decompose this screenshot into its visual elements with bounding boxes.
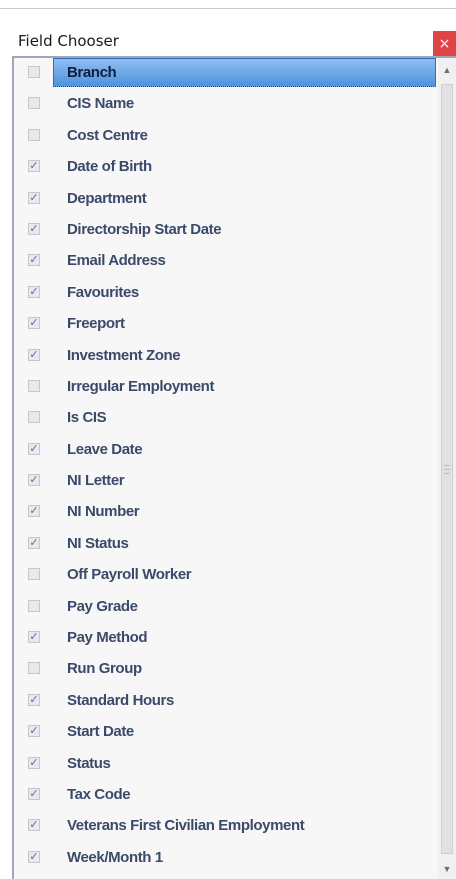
checkbox-unchecked[interactable] xyxy=(28,379,40,392)
field-row[interactable]: Irregular Employment xyxy=(14,372,438,403)
window-title: Field Chooser xyxy=(18,32,119,50)
field-row[interactable]: ✓ Date of Birth xyxy=(14,152,438,183)
field-row[interactable]: ✓ Tax Code xyxy=(14,780,438,811)
top-divider xyxy=(0,8,456,9)
field-label: Investment Zone xyxy=(67,346,181,364)
field-label: Start Date xyxy=(67,723,134,741)
checkbox-unchecked[interactable] xyxy=(28,411,40,424)
field-row[interactable]: Cost Centre xyxy=(14,121,438,152)
checkbox-checked[interactable]: ✓ xyxy=(28,536,40,549)
field-label: Directorship Start Date xyxy=(67,220,222,238)
checkbox-checked[interactable]: ✓ xyxy=(28,756,40,769)
field-label: Favourites xyxy=(67,283,139,301)
field-row[interactable]: ✓ Pay Method xyxy=(14,623,438,654)
field-label: Freeport xyxy=(67,315,125,333)
field-label: Week/Month 1 xyxy=(67,848,163,866)
field-label: Is CIS xyxy=(67,409,107,427)
field-row[interactable]: ✓ Start Date xyxy=(14,717,438,748)
field-label: NI Number xyxy=(67,503,140,521)
field-label: Tax Code xyxy=(67,785,131,803)
field-row[interactable]: Pay Grade xyxy=(14,592,438,623)
field-label: Pay Method xyxy=(67,629,148,647)
field-row[interactable]: ✓ Week/Month 1 xyxy=(14,843,438,874)
title-bar: Field Chooser × xyxy=(0,10,456,58)
field-label: Cost Centre xyxy=(67,126,148,144)
field-list[interactable]: Branch CIS Name Cost Centre ✓ Date of Birth ✓… xyxy=(12,56,456,879)
field-row[interactable]: Off Payroll Worker xyxy=(14,560,438,591)
checkbox-checked[interactable]: ✓ xyxy=(28,160,40,173)
field-label: Irregular Employment xyxy=(67,377,215,395)
field-label: Veterans First Civilian Employment xyxy=(67,817,305,835)
checkbox-unchecked[interactable] xyxy=(28,662,40,675)
checkbox-checked[interactable]: ✓ xyxy=(28,474,40,487)
field-row[interactable]: ✓ NI Number xyxy=(14,497,438,528)
checkbox-checked[interactable]: ✓ xyxy=(28,442,40,455)
field-row[interactable]: Is CIS xyxy=(14,403,438,434)
field-label: Date of Birth xyxy=(67,158,152,176)
checkbox-checked[interactable]: ✓ xyxy=(28,631,40,644)
checkbox-checked[interactable]: ✓ xyxy=(28,787,40,800)
vertical-scrollbar[interactable]: ▲ – – – ▼ xyxy=(438,58,456,879)
checkbox-checked[interactable]: ✓ xyxy=(28,285,40,298)
scroll-up-arrow-icon[interactable]: ▲ xyxy=(438,60,456,80)
field-row[interactable]: ✓ Veterans First Civilian Employment xyxy=(14,811,438,842)
checkbox-checked[interactable]: ✓ xyxy=(28,348,40,361)
field-row[interactable]: ✓ Leave Date xyxy=(14,435,438,466)
field-row[interactable]: Run Group xyxy=(14,654,438,685)
checkbox-checked[interactable]: ✓ xyxy=(28,222,40,235)
field-label: Email Address xyxy=(67,252,166,270)
field-row[interactable]: Branch xyxy=(14,58,438,89)
checkbox-checked[interactable]: ✓ xyxy=(28,693,40,706)
checkbox-unchecked[interactable] xyxy=(28,66,40,78)
close-icon: × xyxy=(438,36,451,52)
checkbox-checked[interactable]: ✓ xyxy=(28,505,40,518)
scrollbar-thumb[interactable]: – – – xyxy=(441,84,453,854)
field-row[interactable]: CIS Name xyxy=(14,89,438,120)
checkbox-unchecked[interactable] xyxy=(28,128,40,141)
checkbox-unchecked[interactable] xyxy=(28,568,40,581)
checkbox-checked[interactable]: ✓ xyxy=(28,725,40,738)
field-row[interactable]: ✓ NI Letter xyxy=(14,466,438,497)
field-label: NI Letter xyxy=(67,472,125,490)
field-row[interactable]: ✓ Freeport xyxy=(14,309,438,340)
field-list-rows: Branch CIS Name Cost Centre ✓ Date of Birth ✓… xyxy=(14,58,438,874)
field-row[interactable]: ✓ Department xyxy=(14,184,438,215)
field-label: Branch xyxy=(67,64,117,81)
checkbox-checked[interactable]: ✓ xyxy=(28,819,40,832)
checkbox-checked[interactable]: ✓ xyxy=(28,191,40,204)
field-row[interactable]: ✓ Email Address xyxy=(14,246,438,277)
checkbox-unchecked[interactable] xyxy=(28,97,40,110)
field-label: Status xyxy=(67,754,111,772)
field-label: Standard Hours xyxy=(67,691,174,709)
field-row[interactable]: ✓ Directorship Start Date xyxy=(14,215,438,246)
field-label: Run Group xyxy=(67,660,142,678)
checkbox-unchecked[interactable] xyxy=(28,599,40,612)
field-label: Leave Date xyxy=(67,440,143,458)
checkbox-checked[interactable]: ✓ xyxy=(28,850,40,863)
scroll-grip-icon: – – – xyxy=(444,460,450,479)
checkbox-checked[interactable]: ✓ xyxy=(28,254,40,267)
checkbox-checked[interactable]: ✓ xyxy=(28,317,40,330)
field-row[interactable]: ✓ Investment Zone xyxy=(14,341,438,372)
field-label: Department xyxy=(67,189,147,207)
field-label: Off Payroll Worker xyxy=(67,566,192,584)
field-label: NI Status xyxy=(67,534,129,552)
close-button[interactable]: × xyxy=(433,31,456,58)
field-label: Pay Grade xyxy=(67,597,138,615)
field-row[interactable]: ✓ Standard Hours xyxy=(14,686,438,717)
scroll-down-arrow-icon[interactable]: ▼ xyxy=(438,859,456,879)
field-label: CIS Name xyxy=(67,95,134,113)
field-row[interactable]: ✓ Status xyxy=(14,749,438,780)
field-row[interactable]: ✓ NI Status xyxy=(14,529,438,560)
field-row[interactable]: ✓ Favourites xyxy=(14,278,438,309)
